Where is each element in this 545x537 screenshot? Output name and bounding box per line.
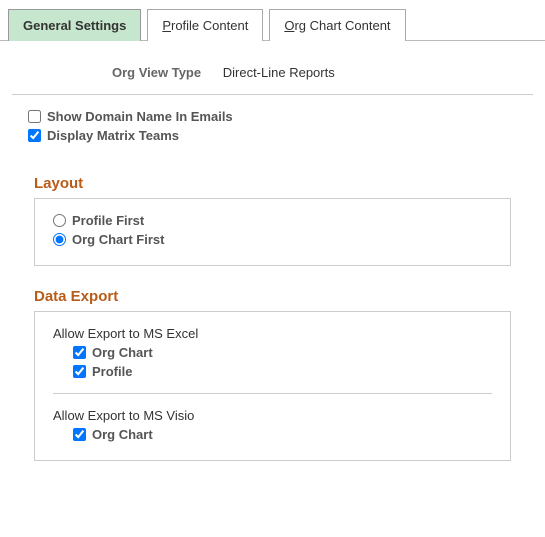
tab-bar: General Settings Profile Content Org Cha… bbox=[0, 0, 545, 41]
tab-profile-content[interactable]: Profile Content bbox=[147, 9, 263, 41]
export-excel-profile-checkbox[interactable] bbox=[73, 365, 86, 378]
org-view-type-row: Org View Type Direct-Line Reports bbox=[12, 55, 533, 95]
data-export-panel: Allow Export to MS Excel Org Chart Profi… bbox=[34, 311, 511, 461]
export-excel-orgchart-label: Org Chart bbox=[92, 345, 153, 360]
show-domain-checkbox[interactable] bbox=[28, 110, 41, 123]
export-excel-profile-label: Profile bbox=[92, 364, 132, 379]
layout-title: Layout bbox=[34, 175, 533, 192]
export-excel-orgchart-checkbox[interactable] bbox=[73, 346, 86, 359]
org-view-type-label: Org View Type bbox=[112, 65, 201, 80]
profile-first-label: Profile First bbox=[72, 213, 144, 228]
display-matrix-label: Display Matrix Teams bbox=[47, 128, 179, 143]
display-matrix-checkbox[interactable] bbox=[28, 129, 41, 142]
export-excel-label: Allow Export to MS Excel bbox=[53, 326, 492, 341]
tab-general-settings[interactable]: General Settings bbox=[8, 9, 141, 41]
export-visio-orgchart-label: Org Chart bbox=[92, 427, 153, 442]
org-chart-first-label: Org Chart First bbox=[72, 232, 164, 247]
layout-panel: Profile First Org Chart First bbox=[34, 198, 511, 266]
org-chart-first-radio[interactable] bbox=[53, 233, 66, 246]
show-domain-label: Show Domain Name In Emails bbox=[47, 109, 233, 124]
org-view-type-value: Direct-Line Reports bbox=[223, 65, 335, 80]
tab-org-chart-content[interactable]: Org Chart Content bbox=[269, 9, 405, 41]
data-export-title: Data Export bbox=[34, 288, 533, 305]
export-visio-label: Allow Export to MS Visio bbox=[53, 408, 492, 423]
export-visio-orgchart-checkbox[interactable] bbox=[73, 428, 86, 441]
profile-first-radio[interactable] bbox=[53, 214, 66, 227]
